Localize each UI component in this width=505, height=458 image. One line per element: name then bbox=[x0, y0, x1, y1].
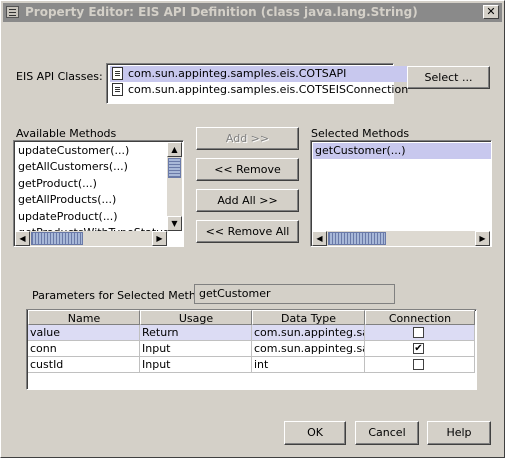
available-methods-list[interactable]: updateCustomer(...) getAllCustomers(...)… bbox=[13, 140, 184, 247]
eis-api-classes-list[interactable]: com.sun.appinteg.samples.eis.COTSAPI com… bbox=[106, 63, 409, 104]
parameters-table[interactable]: Name Usage Data Type Connection value Re… bbox=[26, 309, 477, 390]
scroll-left-icon[interactable]: ◀ bbox=[312, 231, 327, 246]
vertical-scrollbar[interactable]: ▲ ▼ bbox=[167, 142, 182, 231]
scroll-left-icon[interactable]: ◀ bbox=[15, 231, 30, 246]
scroll-up-icon[interactable]: ▲ bbox=[167, 142, 182, 157]
cell-usage[interactable]: Input bbox=[140, 341, 252, 357]
list-item[interactable]: getProduct(...) bbox=[16, 176, 168, 192]
scroll-right-icon[interactable]: ▶ bbox=[475, 231, 490, 246]
list-item[interactable]: getAllCustomers(...) bbox=[16, 159, 168, 175]
scroll-thumb[interactable] bbox=[328, 232, 386, 245]
cell-data-type[interactable]: int bbox=[252, 357, 365, 373]
remove-all-button[interactable]: << Remove All bbox=[196, 220, 299, 243]
ok-button[interactable]: OK bbox=[284, 421, 346, 445]
cancel-button[interactable]: Cancel bbox=[355, 421, 419, 445]
cell-name[interactable]: conn bbox=[28, 341, 140, 357]
scroll-thumb[interactable] bbox=[31, 232, 83, 245]
cell-connection bbox=[365, 325, 475, 341]
class-file-icon bbox=[112, 83, 123, 96]
scroll-down-icon[interactable]: ▼ bbox=[167, 216, 182, 231]
add-all-button[interactable]: Add All >> bbox=[196, 189, 299, 212]
select-button[interactable]: Select ... bbox=[407, 66, 490, 89]
class-file-icon bbox=[112, 67, 123, 80]
close-icon: ✕ bbox=[486, 5, 496, 18]
connection-checkbox[interactable]: ✔ bbox=[413, 343, 424, 354]
column-header-data-type[interactable]: Data Type bbox=[252, 310, 365, 325]
list-item[interactable]: getCustomer(...) bbox=[313, 143, 491, 159]
selected-methods-list[interactable]: getCustomer(...) ◀ ▶ bbox=[310, 140, 492, 247]
horizontal-scrollbar[interactable]: ◀ ▶ bbox=[312, 231, 490, 246]
horizontal-scrollbar[interactable]: ◀ ▶ bbox=[15, 231, 167, 246]
column-header-name[interactable]: Name bbox=[28, 310, 140, 325]
help-button[interactable]: Help bbox=[427, 421, 491, 445]
eis-class-item[interactable]: com.sun.appinteg.samples.eis.COTSAPI bbox=[110, 66, 409, 82]
add-button[interactable]: Add >> bbox=[196, 127, 299, 150]
cell-name[interactable]: custId bbox=[28, 357, 140, 373]
title-bar: Property Editor: EIS API Definition (cla… bbox=[3, 3, 502, 22]
selected-method-field: getCustomer bbox=[194, 284, 395, 304]
column-header-connection[interactable]: Connection bbox=[365, 310, 475, 325]
cell-usage[interactable]: Return bbox=[140, 325, 252, 341]
cell-name[interactable]: value bbox=[28, 325, 140, 341]
scroll-right-icon[interactable]: ▶ bbox=[152, 231, 167, 246]
eis-api-classes-label: EIS API Classes: bbox=[16, 70, 103, 83]
available-methods-label: Available Methods bbox=[16, 127, 117, 140]
parameters-label: Parameters for Selected Method: bbox=[32, 289, 214, 302]
scroll-thumb[interactable] bbox=[168, 158, 181, 178]
cell-connection: ✔ bbox=[365, 341, 475, 357]
list-item[interactable]: getAllProducts(...) bbox=[16, 192, 168, 208]
connection-checkbox[interactable] bbox=[413, 327, 424, 338]
list-item[interactable]: updateCustomer(...) bbox=[16, 143, 168, 159]
cell-usage[interactable]: Input bbox=[140, 357, 252, 373]
window-menu-icon[interactable] bbox=[6, 6, 19, 18]
checkmark-icon: ✔ bbox=[414, 343, 423, 354]
window-title: Property Editor: EIS API Definition (cla… bbox=[25, 5, 418, 19]
column-header-usage[interactable]: Usage bbox=[140, 310, 252, 325]
close-button[interactable]: ✕ bbox=[483, 5, 499, 19]
connection-checkbox[interactable] bbox=[413, 359, 424, 370]
remove-button[interactable]: << Remove bbox=[196, 158, 299, 181]
eis-class-item[interactable]: com.sun.appinteg.samples.eis.COTSEISConn… bbox=[110, 82, 409, 98]
cell-data-type[interactable]: com.sun.appinteg.sa... bbox=[252, 341, 365, 357]
list-item[interactable]: updateProduct(...) bbox=[16, 209, 168, 225]
selected-methods-label: Selected Methods bbox=[311, 127, 410, 140]
cell-data-type[interactable]: com.sun.appinteg.sa... bbox=[252, 325, 365, 341]
cell-connection bbox=[365, 357, 475, 373]
